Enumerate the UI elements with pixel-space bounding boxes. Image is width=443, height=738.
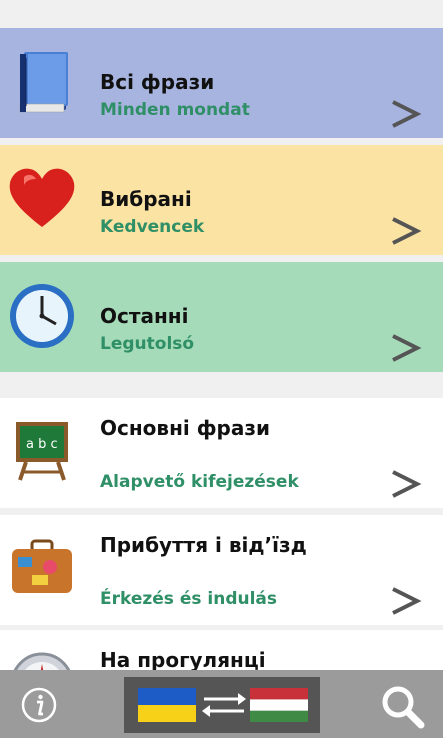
menu-item-subtitle: Kedvencek (100, 217, 205, 237)
info-icon[interactable] (20, 686, 58, 724)
category-item-sightseeing[interactable]: На прогулянці (0, 630, 443, 670)
menu-item-subtitle: Minden mondat (100, 100, 250, 120)
chalkboard-icon: a b c (16, 422, 68, 481)
swap-arrows-icon (202, 693, 246, 717)
category-item-basic-phrases[interactable]: a b c Основні фрази Alapvető kifejezések (0, 398, 443, 508)
category-item-arrival-departure[interactable]: Прибуття і від’їзд Érkezés és indulás (0, 515, 443, 625)
compass-icon (13, 652, 71, 670)
menu-item-subtitle: Legutolsó (100, 334, 195, 354)
bottom-toolbar (0, 670, 443, 738)
chevron-right-icon[interactable] (388, 94, 422, 134)
category-item-subtitle: Alapvető kifejezések (100, 472, 299, 492)
phrase-category-list[interactable]: Всі фрази Minden mondat Вибрані Kedvence… (0, 0, 443, 670)
category-item-title: Прибуття і від’їзд (100, 533, 307, 557)
category-item-title: Основні фрази (100, 416, 270, 440)
chevron-right-icon[interactable] (388, 211, 422, 251)
menu-item-recent[interactable]: Останні Legutolsó (0, 262, 443, 372)
menu-item-title: Всі фрази (100, 70, 215, 94)
menu-item-title: Вибрані (100, 187, 192, 211)
menu-item-all-phrases[interactable]: Всі фрази Minden mondat (0, 28, 443, 138)
clock-icon (10, 284, 74, 348)
menu-item-title: Останні (100, 304, 189, 328)
app-root: Всі фрази Minden mondat Вибрані Kedvence… (0, 0, 443, 738)
heart-icon (9, 168, 75, 227)
category-item-title: На прогулянці (100, 648, 266, 670)
ukraine-flag-icon (138, 688, 196, 722)
chevron-right-icon[interactable] (388, 328, 422, 368)
chevron-right-icon[interactable] (388, 581, 422, 621)
svg-text:a b c: a b c (26, 437, 58, 452)
chevron-right-icon[interactable] (388, 464, 422, 504)
book-icon (19, 52, 68, 113)
hungary-flag-icon (250, 688, 308, 722)
menu-item-favorites[interactable]: Вибрані Kedvencek (0, 145, 443, 255)
suitcase-icon (12, 539, 72, 593)
category-item-subtitle: Érkezés és indulás (100, 589, 278, 609)
search-icon[interactable] (378, 682, 426, 730)
language-switch-button[interactable] (124, 677, 320, 733)
